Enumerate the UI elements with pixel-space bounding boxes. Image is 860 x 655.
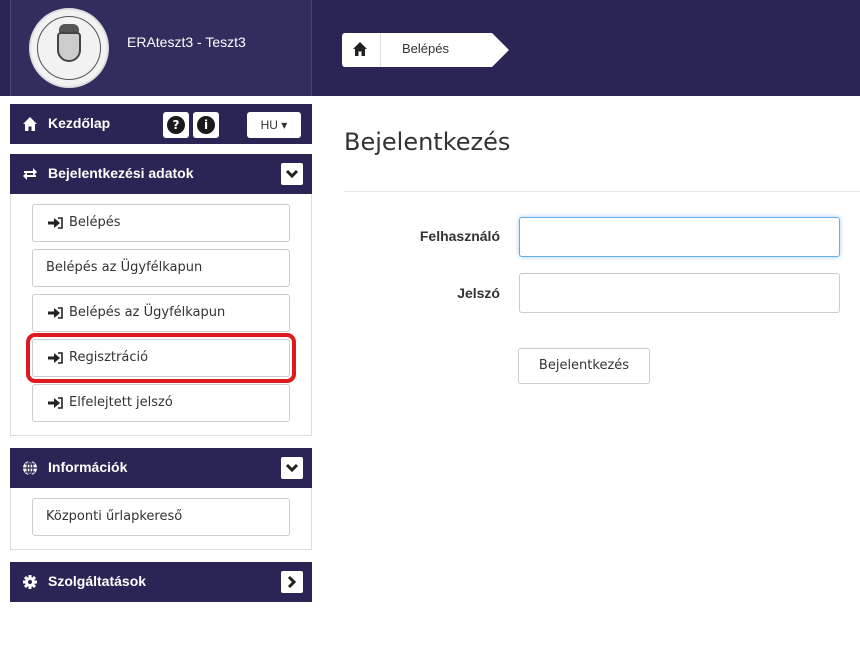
nav-registration[interactable]: Regisztráció	[26, 333, 296, 383]
nav-form-search[interactable]: Központi űrlapkereső	[32, 498, 290, 536]
sidebar-home-label: Kezdőlap	[48, 115, 111, 131]
panel-login-title: Bejelentkezési adatok	[48, 165, 194, 181]
chevron-down-icon	[285, 169, 299, 179]
panel-services-header[interactable]: Szolgáltatások	[10, 562, 312, 602]
breadcrumb: Belépés	[342, 33, 509, 67]
nav-login[interactable]: Belépés	[32, 204, 290, 242]
sign-in-icon	[48, 396, 63, 409]
nav-registration-label: Regisztráció	[69, 350, 149, 365]
expand-button[interactable]	[281, 571, 303, 593]
nav-form-search-label: Központi űrlapkereső	[46, 509, 183, 524]
home-icon	[23, 117, 37, 131]
collapse-button[interactable]	[281, 163, 303, 185]
panel-info-header[interactable]: Információk	[10, 448, 312, 488]
panel-login-body: Belépés Belépés az Ügyfélkapun Belépés a…	[10, 194, 312, 436]
page-title: Bejelentkezés	[344, 128, 511, 156]
coat-of-arms-logo	[29, 8, 109, 88]
globe-icon	[23, 460, 37, 476]
nav-ugyfelkapu-label: Belépés az Ügyfélkapun	[69, 305, 226, 320]
question-circle-icon: ?	[167, 116, 185, 134]
top-bar: ERAteszt3 - Teszt3 Belépés	[0, 0, 860, 96]
divider	[344, 191, 860, 192]
brand-area[interactable]: ERAteszt3 - Teszt3	[10, 0, 312, 96]
sign-in-icon	[48, 306, 63, 319]
panel-services-title: Szolgáltatások	[48, 573, 147, 589]
chevron-right-icon	[287, 575, 297, 589]
gear-icon	[23, 575, 37, 589]
nav-ugyfelkapu-plain-label: Belépés az Ügyfélkapun	[46, 260, 203, 275]
home-icon[interactable]	[352, 41, 368, 57]
sign-in-icon	[48, 351, 63, 364]
exchange-icon	[23, 168, 37, 180]
sign-in-icon	[48, 216, 63, 229]
nav-ugyfelkapu[interactable]: Belépés az Ügyfélkapun	[32, 294, 290, 332]
language-dropdown[interactable]: HU ▾	[247, 112, 301, 138]
sidebar: Kezdőlap ? i HU ▾ Bejelentkezési adatok …	[10, 104, 312, 602]
username-input[interactable]	[519, 217, 840, 257]
username-label: Felhasználó	[419, 228, 500, 244]
nav-forgot-password[interactable]: Elfelejtett jelszó	[32, 384, 290, 422]
sidebar-home[interactable]: Kezdőlap ? i HU ▾	[10, 104, 312, 144]
panel-login-header[interactable]: Bejelentkezési adatok	[10, 154, 312, 194]
nav-ugyfelkapu-plain[interactable]: Belépés az Ügyfélkapun	[32, 249, 290, 287]
password-input[interactable]	[519, 273, 840, 313]
panel-info-body: Központi űrlapkereső	[10, 488, 312, 550]
breadcrumb-current: Belépés	[402, 41, 449, 56]
panel-info-title: Információk	[48, 459, 128, 475]
chevron-down-icon	[285, 463, 299, 473]
info-circle-icon: i	[197, 116, 215, 134]
help-button[interactable]: ?	[163, 112, 189, 138]
nav-forgot-password-label: Elfelejtett jelszó	[69, 395, 173, 410]
login-button[interactable]: Bejelentkezés	[518, 348, 650, 384]
app-title: ERAteszt3 - Teszt3	[127, 34, 246, 50]
collapse-button[interactable]	[281, 457, 303, 479]
password-label: Jelszó	[457, 285, 500, 301]
info-button[interactable]: i	[193, 112, 219, 138]
nav-login-label: Belépés	[69, 215, 121, 230]
